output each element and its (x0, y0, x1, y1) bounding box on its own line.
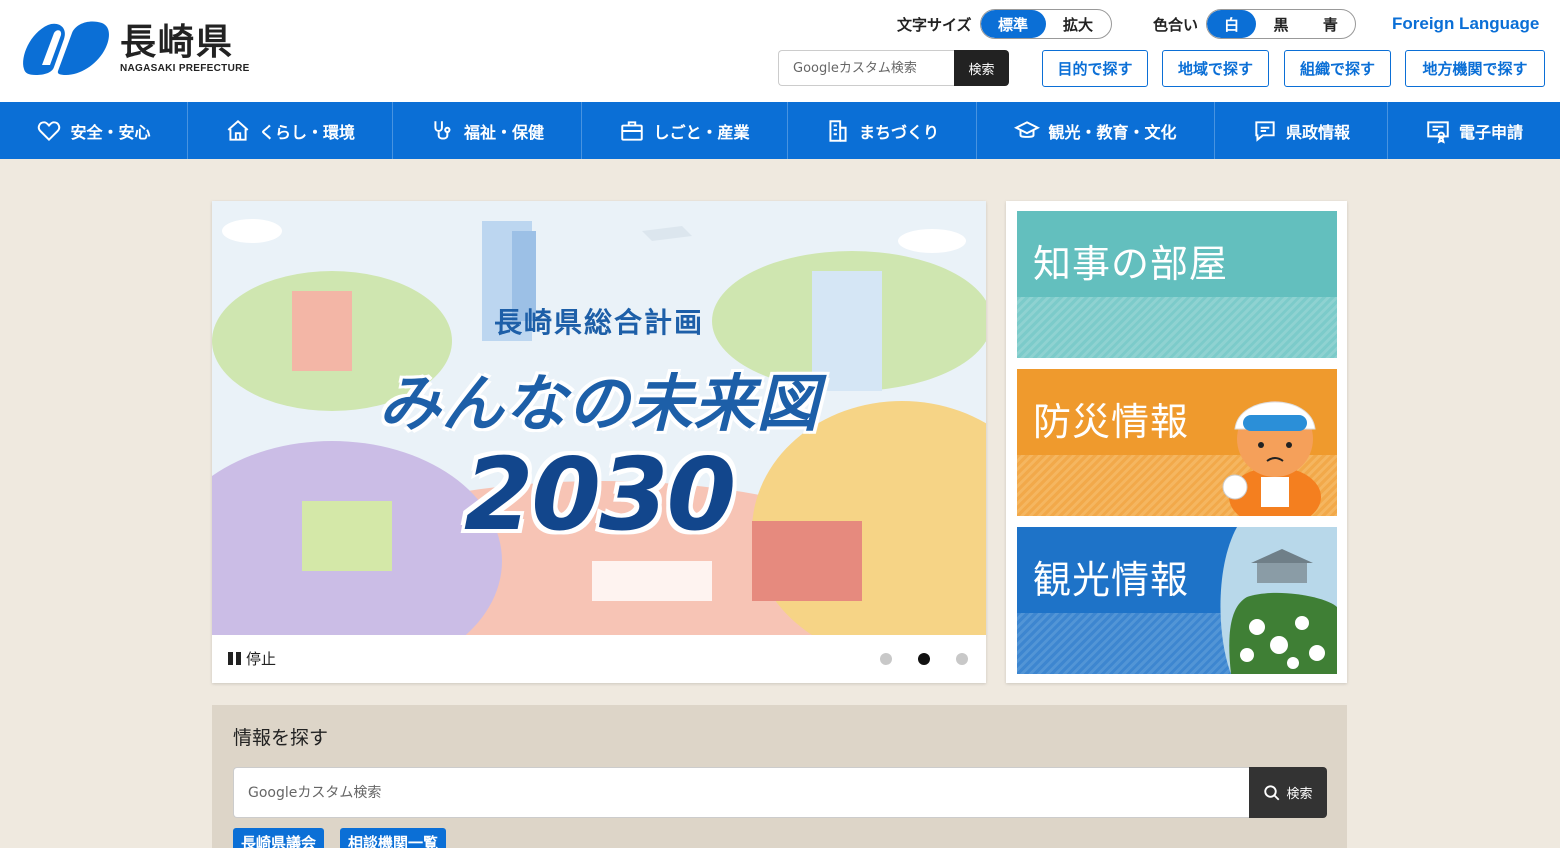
font-size-standard-button[interactable]: 標準 (980, 10, 1046, 38)
tag-consultation-list[interactable]: 相談機関一覧 (340, 828, 447, 848)
nav-item-prefectural-info[interactable]: 県政情報 (1215, 102, 1388, 159)
global-nav: 安全・安心 くらし・環境 福祉・保健 しごと・産業 まちづくり 観光・教育・文化… (0, 102, 1560, 159)
nav-item-label: 安全・安心 (70, 122, 151, 142)
nav-item-welfare[interactable]: 福祉・保健 (393, 102, 582, 159)
site-logo[interactable]: 長崎県 NAGASAKI PREFECTURE (18, 18, 250, 78)
side-banners: 知事の部屋 防災情報 観光情報 (1006, 201, 1347, 683)
mascot-character-icon (1222, 401, 1321, 516)
nav-item-e-application[interactable]: 電子申請 (1388, 102, 1560, 159)
color-label: 色合い (1153, 15, 1199, 34)
foreign-language-link[interactable]: Foreign Language (1392, 14, 1539, 34)
nav-item-living[interactable]: くらし・環境 (188, 102, 393, 159)
logo-english-text: NAGASAKI PREFECTURE (120, 62, 250, 74)
slide-title: みんなの未来図 (378, 367, 820, 440)
font-size-switcher: 文字サイズ 標準 拡大 (897, 9, 1112, 39)
graduation-cap-icon (1014, 120, 1041, 138)
slider-dot-3[interactable] (956, 653, 968, 665)
nav-item-label: 観光・教育・文化 (1048, 122, 1177, 142)
speech-bubble-icon (1255, 120, 1275, 142)
info-search-button-label: 検索 (1286, 787, 1313, 802)
header-search-button[interactable]: 検索 (954, 50, 1009, 86)
header-search-input[interactable] (778, 50, 954, 86)
header-search: 検索 (778, 50, 1009, 86)
nav-item-town[interactable]: まちづくり (788, 102, 977, 159)
nav-item-label: 福祉・保健 (463, 122, 544, 142)
slide-year: 2030 (463, 436, 736, 553)
find-by-organization-button[interactable]: 組織で探す (1284, 50, 1391, 87)
banner-label: 観光情報 (1033, 558, 1190, 602)
logo-japanese-text: 長崎県 (120, 21, 235, 63)
nav-item-label: まちづくり (858, 122, 939, 142)
tag-prefectural-assembly[interactable]: 長崎県議会 (233, 828, 325, 848)
info-search-title: 情報を探す (233, 727, 329, 749)
main-slider: 長崎県総合計画 みんなの未来図 2030 停止 (212, 201, 986, 683)
find-by-purpose-button[interactable]: 目的で探す (1042, 50, 1148, 87)
nav-item-safety[interactable]: 安全・安心 (0, 102, 188, 159)
color-black-button[interactable]: 黒 (1256, 10, 1305, 38)
slider-dot-2[interactable] (918, 653, 930, 665)
disaster-info-banner[interactable]: 防災情報 (1017, 369, 1337, 516)
nav-item-work[interactable]: しごと・産業 (582, 102, 788, 159)
nav-item-tourism-education[interactable]: 観光・教育・文化 (977, 102, 1215, 159)
slider-pause-button[interactable]: 停止 (228, 648, 276, 669)
pause-label: 停止 (246, 650, 277, 668)
info-search-bar: 検索 (233, 767, 1327, 818)
banner-label: 知事の部屋 (1033, 242, 1229, 286)
home-icon (227, 119, 249, 141)
color-switcher: 色合い 白 黒 青 (1153, 9, 1357, 39)
slide-subtitle: 長崎県総合計画 (493, 306, 704, 339)
slider-dot-1[interactable] (880, 653, 892, 665)
briefcase-icon (621, 120, 644, 141)
tourism-photo (1220, 527, 1337, 674)
nav-item-label: 県政情報 (1285, 122, 1350, 142)
pause-icon (228, 652, 241, 665)
nav-item-label: くらし・環境 (258, 122, 355, 142)
slide-image[interactable]: 長崎県総合計画 みんなの未来図 2030 (212, 201, 986, 635)
tourism-info-banner[interactable]: 観光情報 (1017, 527, 1337, 674)
nav-item-label: 電子申請 (1458, 122, 1523, 142)
info-search-button[interactable]: 検索 (1249, 767, 1327, 818)
font-size-large-button[interactable]: 拡大 (1046, 10, 1111, 38)
find-by-local-office-button[interactable]: 地方機関で探す (1405, 50, 1545, 87)
certificate-icon (1427, 120, 1449, 144)
site-header: 長崎県 NAGASAKI PREFECTURE 文字サイズ 標準 拡大 色合い … (0, 0, 1560, 102)
color-blue-button[interactable]: 青 (1306, 10, 1355, 38)
banner-label: 防災情報 (1033, 400, 1190, 444)
nav-item-label: しごと・産業 (653, 122, 750, 142)
slider-dots (880, 653, 968, 665)
slider-controls: 停止 (212, 635, 986, 683)
nagasaki-logo-icon (23, 21, 109, 75)
color-white-button[interactable]: 白 (1207, 10, 1257, 38)
info-search-input[interactable] (233, 767, 1249, 818)
governor-office-banner[interactable]: 知事の部屋 (1017, 211, 1337, 358)
heart-icon (38, 120, 61, 141)
font-size-label: 文字サイズ (897, 15, 972, 34)
find-by-region-button[interactable]: 地域で探す (1162, 50, 1269, 87)
stethoscope-icon (434, 120, 451, 140)
building-icon (829, 119, 847, 142)
search-icon (1264, 784, 1280, 800)
info-search-section: 情報を探す 検索 長崎県議会 相談機関一覧 (212, 705, 1347, 848)
